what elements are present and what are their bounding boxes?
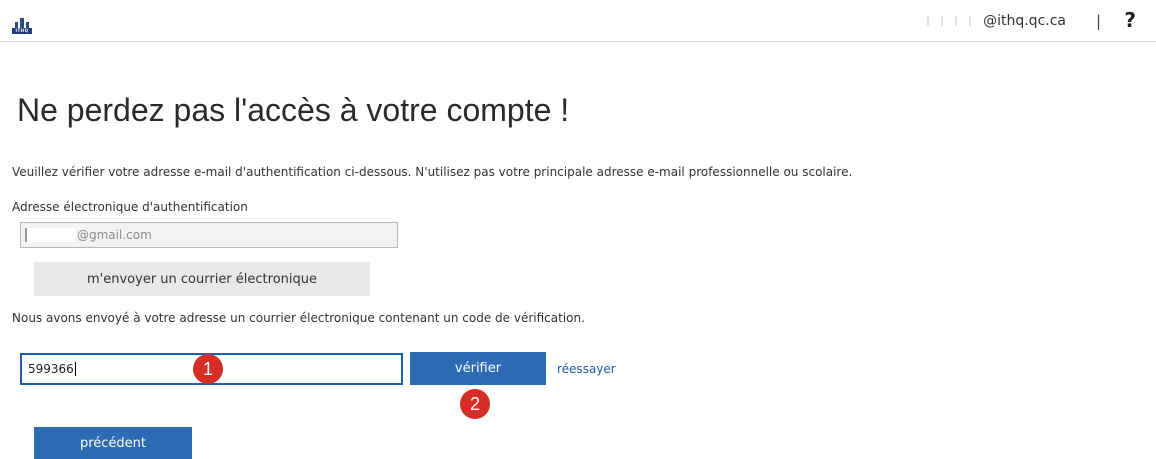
user-email-domain: @ithq.qc.ca [983,13,1066,29]
annotation-badge-2: 2 [460,389,490,419]
verify-button[interactable]: vérifier [410,352,546,385]
redacted-email-local-part [25,228,75,242]
page-title: Ne perdez pas l'accès à votre compte ! [17,92,570,128]
text-caret [74,362,76,376]
organization-logo: ITHQ [12,18,32,34]
top-bar: ITHQ @ithq.qc.ca | ? [0,0,1156,42]
previous-button[interactable]: précédent [34,427,192,459]
help-icon[interactable]: ? [1124,8,1136,32]
send-email-button[interactable]: m'envoyer un courrier électronique [34,262,370,296]
email-sent-message: Nous avons envoyé à votre adresse un cou… [12,311,585,325]
auth-email-value: @gmail.com [77,228,152,242]
instructions-text: Veuillez vérifier votre adresse e-mail d… [12,165,853,179]
retry-link[interactable]: réessayer [557,362,616,376]
user-account-email[interactable]: @ithq.qc.ca [921,13,1066,29]
auth-email-field[interactable]: @gmail.com [20,222,398,248]
annotation-badge-1: 1 [193,354,223,384]
header-separator: | [1095,12,1101,30]
redacted-username [921,16,982,26]
auth-email-label: Adresse électronique d'authentification [12,200,248,214]
logo-text: ITHQ [12,28,32,34]
verification-code-value: 599366 [28,362,74,376]
